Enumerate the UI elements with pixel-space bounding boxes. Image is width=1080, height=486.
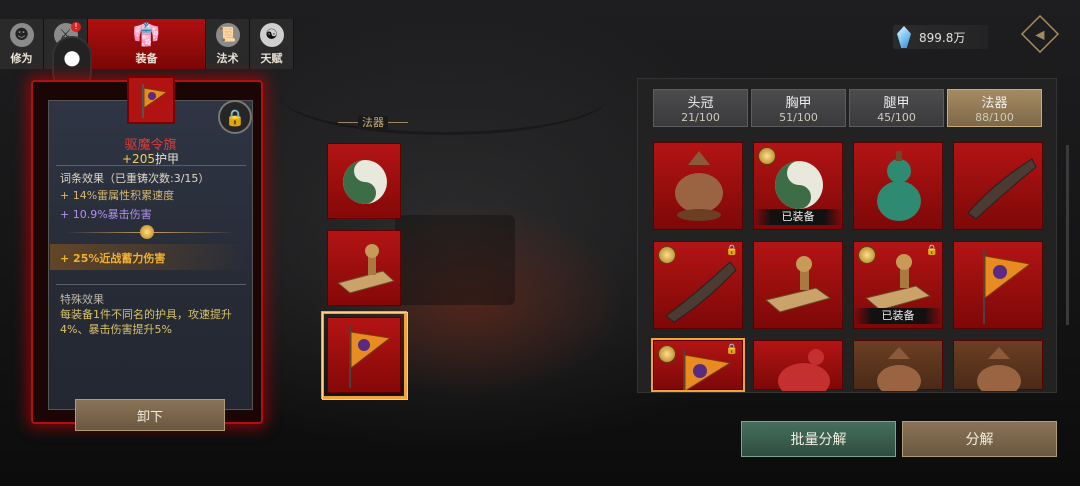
unequip-button[interactable]: 卸下 <box>75 399 225 431</box>
inventory-item[interactable]: 🔒 <box>653 241 743 329</box>
lock-icon: 🔒 <box>725 344 738 355</box>
incense-burner-icon <box>675 151 723 221</box>
coin-icon <box>858 246 876 264</box>
lock-icon: 🔒 <box>225 107 245 127</box>
lock-icon: 🔒 <box>925 245 938 256</box>
inventory-item-selected[interactable]: 🔒 <box>651 338 745 392</box>
back-arrow-icon: ◀ <box>1035 26 1045 42</box>
coin-icon <box>758 147 776 165</box>
divider <box>56 284 246 285</box>
monk-icon: ☻ <box>9 23 34 47</box>
red-gourd-icon <box>778 349 830 391</box>
inventory-item[interactable] <box>753 241 843 329</box>
bonus-line: + 25%近战蓄力伤害 <box>60 252 166 265</box>
coin-icon <box>658 345 676 363</box>
scrollbar[interactable] <box>1066 145 1069 325</box>
lock-toggle-button[interactable]: 🔒 <box>218 100 252 134</box>
coin-icon <box>658 246 676 264</box>
currency-amount: 899.8万 <box>919 30 966 45</box>
currency-display: 899.8万 <box>893 25 988 49</box>
slot-column-label: 法器 <box>338 116 408 136</box>
crystal-icon <box>897 26 911 48</box>
inventory-item[interactable] <box>753 340 843 391</box>
scroll-icon: 📜 <box>215 23 240 47</box>
inventory-item[interactable] <box>853 340 943 391</box>
top-tab-bar: ☻ 修为 ! ⚔ 武器 👘 装备 📜 法术 ☯ 天赋 <box>0 19 294 69</box>
incense-burner-icon <box>877 347 921 391</box>
orb-icon <box>140 225 154 239</box>
incense-burner-icon <box>977 347 1021 391</box>
flag-icon <box>349 326 392 388</box>
entry-title: 词条效果（已重铸次数:3/15） <box>60 172 210 185</box>
decompose-button[interactable]: 分解 <box>902 421 1057 457</box>
category-tab-active[interactable]: 法器 88/100 <box>947 89 1042 127</box>
robe-icon: 👘 <box>132 22 161 48</box>
inventory-item[interactable] <box>953 340 1043 391</box>
taiji-stone-icon <box>343 160 387 204</box>
inventory-item[interactable] <box>953 241 1043 329</box>
flag-icon <box>142 84 169 118</box>
item-thumbnail <box>127 76 175 124</box>
inventory-item[interactable]: 已装备 <box>753 142 843 230</box>
inventory-item[interactable] <box>953 142 1043 230</box>
equipped-slot[interactable] <box>327 143 401 219</box>
inventory-item[interactable] <box>653 142 743 230</box>
entry-line: + 14%雷属性积累速度 <box>60 189 175 202</box>
tab-cultivation[interactable]: ☻ 修为 <box>0 19 44 69</box>
tab-equipment[interactable]: 👘 装备 <box>88 19 206 69</box>
taiji-icon: ☯ <box>259 23 284 47</box>
category-tab[interactable]: 腿甲 45/100 <box>849 89 944 127</box>
notification-badge: ! <box>71 22 81 32</box>
category-tab[interactable]: 头冠 21/100 <box>653 89 748 127</box>
equipped-slot[interactable] <box>327 230 401 306</box>
inventory-item[interactable]: 🔒 已装备 <box>853 241 943 329</box>
tab-talent[interactable]: ☯ 天赋 <box>250 19 294 69</box>
seal-stamp-icon <box>336 244 396 294</box>
bulk-decompose-button[interactable]: 批量分解 <box>741 421 896 457</box>
category-tab[interactable]: 胸甲 51/100 <box>751 89 846 127</box>
special-title: 特殊效果 <box>60 293 104 306</box>
gourd-icon <box>877 151 921 221</box>
equipped-tag: 已装备 <box>754 209 842 225</box>
horn-icon <box>967 158 1037 220</box>
flag-icon <box>983 250 1032 324</box>
tab-spells[interactable]: 📜 法术 <box>206 19 250 69</box>
divider <box>56 165 246 166</box>
special-text: 每装备1件不同名的护具，攻速提升4%、暴击伤害提升5% <box>60 308 232 336</box>
equipped-slot-selected[interactable] <box>321 311 408 400</box>
lock-icon: 🔒 <box>725 245 738 256</box>
equipped-tag: 已装备 <box>854 308 942 324</box>
entry-line: + 10.9%暴击伤害 <box>60 208 152 221</box>
seal-stamp-icon <box>764 256 832 313</box>
inventory-item[interactable] <box>853 142 943 230</box>
